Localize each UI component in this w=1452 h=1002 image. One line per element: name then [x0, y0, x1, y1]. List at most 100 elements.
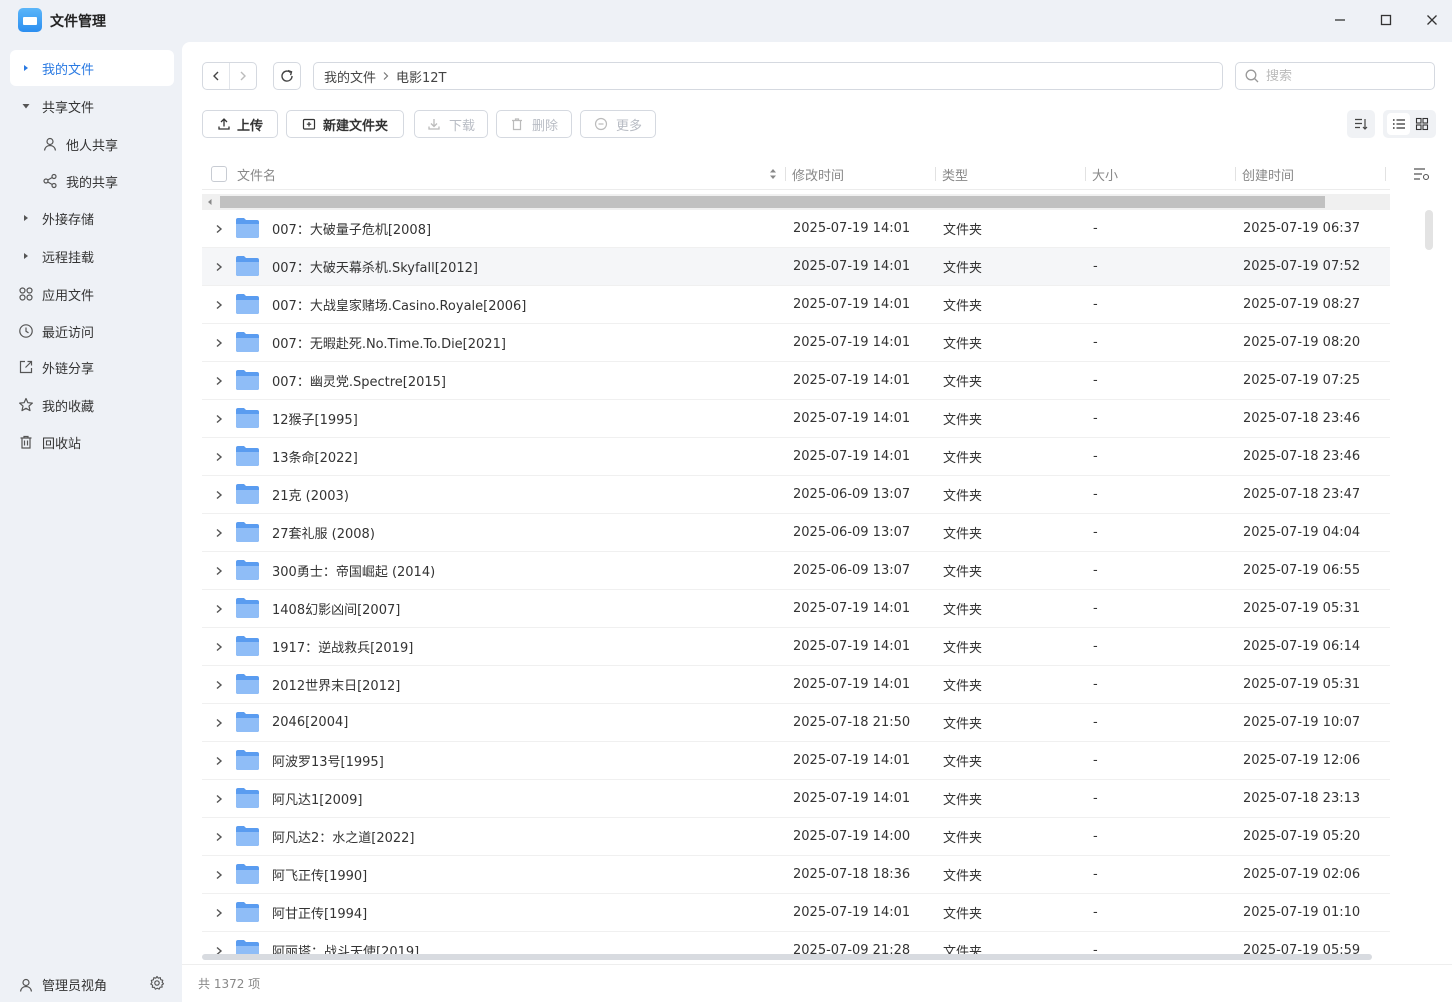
- expand-chevron-icon[interactable]: [214, 476, 226, 513]
- table-row[interactable]: 1917：逆战救兵[2019] 2025-07-19 14:01 文件夹 - 2025-…: [202, 628, 1390, 666]
- expand-chevron-icon[interactable]: [214, 590, 226, 627]
- sidebar-item-shared-files[interactable]: 共享文件: [10, 88, 174, 124]
- path-segment[interactable]: 电影12T: [396, 67, 446, 86]
- expand-chevron-icon[interactable]: [214, 210, 226, 247]
- column-header-created[interactable]: 创建时间: [1242, 158, 1294, 190]
- table-row[interactable]: 12猴子[1995] 2025-07-19 14:01 文件夹 - 2025-07-18…: [202, 400, 1390, 438]
- maximize-button[interactable]: [1373, 8, 1399, 32]
- close-icon: [1427, 15, 1437, 25]
- table-row[interactable]: 21克 (2003) 2025-06-09 13:07 文件夹 - 2025-07-18…: [202, 476, 1390, 514]
- table-row[interactable]: 阿甘正传[1994] 2025-07-19 14:01 文件夹 - 2025-07-19…: [202, 894, 1390, 932]
- expand-chevron-icon[interactable]: [214, 552, 226, 589]
- table-row[interactable]: 007：大破天幕杀机.Skyfall[2012] 2025-07-19 14:01…: [202, 248, 1390, 286]
- sidebar-item-recycle-bin[interactable]: 回收站: [10, 424, 174, 460]
- column-header-modified[interactable]: 修改时间: [792, 158, 844, 190]
- expand-chevron-icon[interactable]: [214, 514, 226, 551]
- modified-time: 2025-07-19 14:01: [793, 411, 911, 426]
- table-row[interactable]: 13条命[2022] 2025-07-19 14:01 文件夹 - 2025-07-18…: [202, 438, 1390, 476]
- table-row[interactable]: 007：无暇赴死.No.Time.To.Die[2021] 2025-07-19 …: [202, 324, 1390, 362]
- search-input[interactable]: [1266, 68, 1416, 84]
- column-separator[interactable]: [1235, 167, 1236, 181]
- close-button[interactable]: [1419, 8, 1445, 32]
- sidebar-item-remote-mount[interactable]: 远程挂载: [10, 238, 174, 274]
- expand-chevron-icon[interactable]: [214, 742, 226, 779]
- column-header-name[interactable]: 文件名: [237, 158, 276, 190]
- path-bar[interactable]: 我的文件 电影12T: [313, 62, 1223, 90]
- expand-chevron-icon[interactable]: [214, 324, 226, 361]
- main-pane: 我的文件 电影12T 上传 新建文件夹 下载 删除 更多: [182, 42, 1452, 1002]
- vertical-scrollbar-thumb[interactable]: [1425, 210, 1433, 250]
- table-row[interactable]: 阿凡达1[2009] 2025-07-19 14:01 文件夹 - 2025-07-18…: [202, 780, 1390, 818]
- sidebar-item-my-shares[interactable]: 我的共享: [10, 163, 174, 199]
- expand-chevron-icon[interactable]: [214, 780, 226, 817]
- file-name: 1917：逆战救兵[2019]: [272, 641, 414, 656]
- list-view-button[interactable]: [1387, 113, 1410, 135]
- table-row[interactable]: 27套礼服 (2008) 2025-06-09 13:07 文件夹 - 2025-07-…: [202, 514, 1390, 552]
- back-button[interactable]: [203, 63, 230, 89]
- expand-chevron-icon[interactable]: [214, 932, 226, 954]
- refresh-button[interactable]: [273, 62, 301, 90]
- column-separator[interactable]: [785, 167, 786, 181]
- table-row[interactable]: 300勇士：帝国崛起 (2014) 2025-06-09 13:07 文件夹 - 202…: [202, 552, 1390, 590]
- sort-button[interactable]: [1347, 110, 1375, 138]
- scrollbar-thumb[interactable]: [220, 196, 1325, 208]
- table-row[interactable]: 阿波罗13号[1995] 2025-07-19 14:01 文件夹 - 2025-07-…: [202, 742, 1390, 780]
- sidebar-item-external-storage[interactable]: 外接存储: [10, 200, 174, 236]
- sidebar-item-app-files[interactable]: 应用文件: [10, 276, 174, 312]
- delete-button[interactable]: 删除: [496, 110, 572, 138]
- column-separator[interactable]: [1085, 167, 1086, 181]
- created-time: 2025-07-19 05:20: [1243, 829, 1361, 844]
- share-icon: [42, 163, 58, 199]
- expand-chevron-icon[interactable]: [214, 818, 226, 855]
- expand-chevron-icon[interactable]: [214, 628, 226, 665]
- table-row[interactable]: 007：大破量子危机[2008] 2025-07-19 14:01 文件夹 - 2025…: [202, 210, 1390, 248]
- sidebar-item-recent[interactable]: 最近访问: [10, 313, 174, 349]
- settings-button[interactable]: [149, 975, 165, 995]
- expand-chevron-icon[interactable]: [214, 894, 226, 931]
- grid-view-button[interactable]: [1410, 113, 1434, 135]
- column-separator[interactable]: [935, 167, 936, 181]
- download-button[interactable]: 下载: [414, 110, 488, 138]
- minimize-button[interactable]: [1327, 8, 1353, 32]
- forward-button[interactable]: [230, 63, 256, 89]
- created-time: 2025-07-18 23:47: [1243, 487, 1361, 502]
- modified-time: 2025-07-19 14:01: [793, 905, 911, 920]
- table-row[interactable]: 阿飞正传[1990] 2025-07-18 18:36 文件夹 - 2025-07-19…: [202, 856, 1390, 894]
- new-folder-button[interactable]: 新建文件夹: [286, 110, 404, 138]
- select-all-checkbox[interactable]: [211, 158, 227, 190]
- sidebar-item-external-link-share[interactable]: 外链分享: [10, 349, 174, 385]
- sidebar-item-shared-with-me[interactable]: 他人共享: [10, 126, 174, 162]
- admin-view-button[interactable]: 管理员视角: [18, 975, 107, 994]
- sidebar-item-my-files[interactable]: 我的文件: [10, 50, 174, 86]
- horizontal-scrollbar[interactable]: [202, 194, 1390, 210]
- column-header-type[interactable]: 类型: [942, 158, 968, 190]
- table-row[interactable]: 1408幻影凶间[2007] 2025-07-19 14:01 文件夹 - 2025-0…: [202, 590, 1390, 628]
- file-type: 文件夹: [943, 299, 983, 314]
- sort-arrows-icon[interactable]: [768, 158, 778, 190]
- expand-chevron-icon[interactable]: [214, 400, 226, 437]
- more-button[interactable]: 更多: [580, 110, 656, 138]
- download-icon: [428, 119, 440, 130]
- expand-chevron-icon[interactable]: [214, 856, 226, 893]
- table-row[interactable]: 阿丽塔：战斗天使[2019] 2025-07-09 21:28 文件夹 - 2025-0…: [202, 932, 1390, 954]
- table-row[interactable]: 2012世界末日[2012] 2025-07-19 14:01 文件夹 - 2025-0…: [202, 666, 1390, 704]
- expand-chevron-icon[interactable]: [214, 362, 226, 399]
- expand-chevron-icon[interactable]: [214, 286, 226, 323]
- column-header-size[interactable]: 大小: [1092, 158, 1118, 190]
- table-row[interactable]: 阿凡达2：水之道[2022] 2025-07-19 14:00 文件夹 - 2025-0…: [202, 818, 1390, 856]
- upload-button[interactable]: 上传: [202, 110, 278, 138]
- path-segment[interactable]: 我的文件: [324, 67, 376, 86]
- expand-chevron-icon[interactable]: [214, 666, 226, 703]
- table-row[interactable]: 007：幽灵党.Spectre[2015] 2025-07-19 14:01 文件夹…: [202, 362, 1390, 400]
- expand-chevron-icon[interactable]: [214, 704, 226, 741]
- column-settings-button[interactable]: [1413, 166, 1431, 186]
- bottom-horizontal-scrollbar[interactable]: [202, 954, 1372, 960]
- column-separator[interactable]: [1385, 167, 1386, 181]
- file-name: 300勇士：帝国崛起 (2014): [272, 565, 436, 580]
- table-row[interactable]: 2046[2004] 2025-07-18 21:50 文件夹 - 2025-07-19…: [202, 704, 1390, 742]
- expand-chevron-icon[interactable]: [214, 248, 226, 285]
- modified-time: 2025-06-09 13:07: [793, 563, 911, 578]
- expand-chevron-icon[interactable]: [214, 438, 226, 475]
- sidebar-item-favorites[interactable]: 我的收藏: [10, 387, 174, 423]
- table-row[interactable]: 007：大战皇家赌场.Casino.Royale[2006] 2025-07-19…: [202, 286, 1390, 324]
